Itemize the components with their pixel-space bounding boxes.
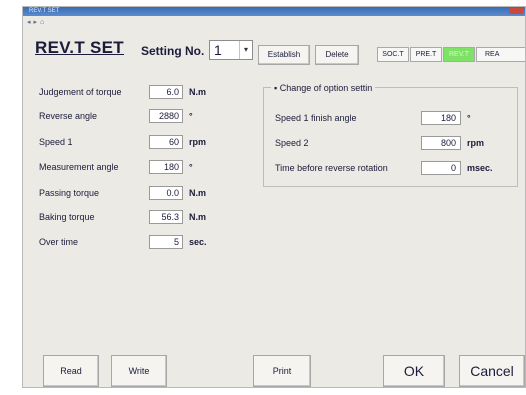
over-time-field[interactable]: 5 [149,235,183,249]
measurement-angle-unit: ° [189,162,193,172]
print-button[interactable]: Print [253,355,311,387]
judgement-torque-field[interactable]: 6.0 [149,85,183,99]
baking-torque-label: Baking torque [39,212,95,222]
speed2-field[interactable]: 800 [421,136,461,150]
chevron-down-icon[interactable]: ▾ [239,41,252,59]
baking-torque-unit: N.m [189,212,207,222]
speed1-value: 60 [168,137,179,147]
setting-number-select[interactable]: 1 ▾ [209,40,253,60]
speed2-label: Speed 2 [275,138,309,148]
measurement-angle-label: Measurement angle [39,162,119,172]
judgement-torque-unit: N.m [189,87,207,97]
toolbar-icons: ◂▸⌂ [27,18,47,26]
time-before-reverse-unit: msec. [467,163,493,173]
passing-torque-value: 0.0 [166,188,179,198]
measurement-angle-value: 180 [163,162,179,172]
time-before-reverse-field[interactable]: 0 [421,161,461,175]
read-button[interactable]: Read [43,355,99,387]
reverse-angle-value: 2880 [158,111,179,121]
over-time-unit: sec. [189,237,207,247]
home-icon[interactable]: ⌂ [40,19,47,26]
finish-angle-label: Speed 1 finish angle [275,113,357,123]
speed2-unit: rpm [467,138,485,148]
establish-button[interactable]: Establish [258,45,310,65]
time-before-reverse-value: 0 [450,163,456,173]
passing-torque-field[interactable]: 0.0 [149,186,183,200]
passing-torque-unit: N.m [189,188,207,198]
judgement-torque-value: 6.0 [166,87,179,97]
option-settings-title[interactable]: ▪ Change of option settin [271,83,376,93]
finish-angle-value: 180 [440,113,456,123]
write-button[interactable]: Write [111,355,167,387]
tab-soc-t[interactable]: SOC.T [377,47,409,62]
speed1-label: Speed 1 [39,137,73,147]
reverse-angle-field[interactable]: 2880 [149,109,183,123]
bullet-icon: ▪ [274,83,278,93]
delete-button[interactable]: Delete [315,45,359,65]
measurement-angle-field[interactable]: 180 [149,160,183,174]
tab-pre-t[interactable]: PRE.T [410,47,442,62]
judgement-torque-label: Judgement of torque [39,87,122,97]
reverse-angle-label: Reverse angle [39,111,98,121]
time-before-reverse-label: Time before reverse rotation [275,163,388,173]
tab-rea[interactable]: REA [476,47,525,62]
over-time-value: 5 [173,237,179,247]
setting-number-value: 1 [214,42,222,58]
speed1-field[interactable]: 60 [149,135,183,149]
baking-torque-field[interactable]: 56.3 [149,210,183,224]
setting-number-label: Setting No. [141,44,205,58]
speed1-unit: rpm [189,137,207,147]
speed2-value: 800 [440,138,456,148]
finish-angle-unit: ° [467,113,471,123]
cancel-button[interactable]: Cancel [459,355,525,387]
ok-button[interactable]: OK [383,355,445,387]
app-window: REV.T SET ◂▸⌂ REV.T SET Setting No. 1 ▾ … [22,6,526,388]
tab-rev-t[interactable]: REV.T [443,47,475,62]
window-titlebar[interactable]: REV.T SET [23,7,525,16]
reverse-angle-unit: ° [189,111,193,121]
passing-torque-label: Passing torque [39,188,100,198]
window-title: REV.T SET [29,8,60,14]
close-icon[interactable] [509,8,523,14]
option-settings-title-text: Change of option settin [279,83,373,93]
baking-torque-value: 56.3 [161,212,179,222]
finish-angle-field[interactable]: 180 [421,111,461,125]
page-title: REV.T SET [35,38,124,57]
over-time-label: Over time [39,237,79,247]
